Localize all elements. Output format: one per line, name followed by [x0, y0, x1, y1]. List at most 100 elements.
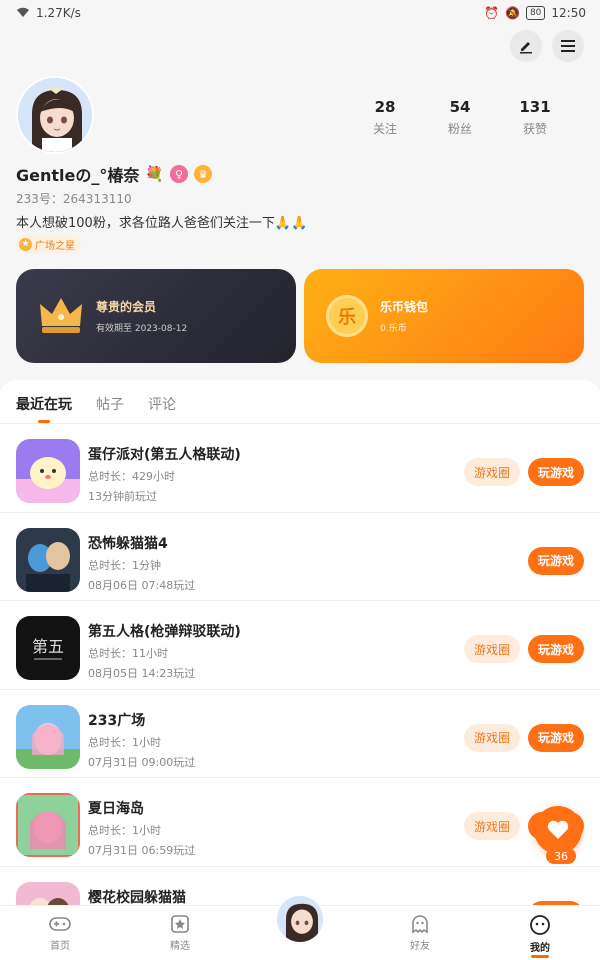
game-icon-233-plaza — [16, 704, 80, 769]
play-game-button[interactable]: 玩游戏 — [528, 546, 584, 575]
vip-expiry: 有效期至 2023-08-12 — [96, 324, 188, 334]
mute-icon: 🔕 — [505, 6, 520, 20]
game-circle-button[interactable]: 游戏圈 — [463, 635, 520, 663]
game-name: 第五人格(枪弹辩驳联动) — [88, 624, 241, 640]
nav-mine-label: 我的 — [530, 943, 550, 954]
smile-face-icon — [530, 915, 550, 935]
likes-stat[interactable]: 131 获赞 — [500, 98, 570, 137]
game-circle-button[interactable]: 游戏圈 — [463, 812, 520, 840]
nav-featured[interactable]: 精选 — [120, 906, 240, 960]
wallet-balance: 0 乐币 — [380, 324, 407, 334]
battery-icon: 80 — [525, 6, 546, 20]
game-duration: 总时长：1小时 — [88, 735, 161, 749]
tab-recently-played[interactable]: 最近在玩 — [16, 394, 72, 423]
game-duration: 总时长：1小时 — [88, 824, 161, 837]
nav-center — [240, 894, 360, 960]
status-bar: 1.27K/s ⏰ 🔕 80 12:50 — [0, 0, 600, 26]
likes-count: 131 — [519, 98, 551, 116]
game-list: 蛋仔派对(第五人格联动) 总时长：429小时 13分钟前玩过 游戏圈 玩游戏 恐… — [0, 424, 600, 910]
user-id: 233号：264313110 — [16, 192, 132, 206]
crown-badge-icon[interactable]: ♛ — [194, 165, 213, 183]
flower-emoji: 💐 — [145, 165, 165, 183]
game-name: 夏日海岛 — [88, 801, 144, 817]
svg-text:第五: 第五 — [32, 637, 64, 656]
game-last-played: 08月06日 07:48玩过 — [88, 578, 196, 592]
nav-home-label: 首页 — [50, 941, 70, 952]
like-count: 36 — [546, 848, 576, 864]
game-duration: 总时长：429小时 — [88, 470, 175, 483]
game-row[interactable]: 蛋仔派对(第五人格联动) 总时长：429小时 13分钟前玩过 游戏圈 玩游戏 — [0, 424, 600, 513]
edit-button[interactable] — [510, 30, 542, 62]
plaza-star-tag[interactable]: ★ 广场之星 — [16, 235, 81, 253]
game-circle-button[interactable]: 游戏圈 — [463, 723, 520, 752]
game-duration: 总时长：11小时 — [88, 647, 168, 660]
like-button[interactable] — [534, 806, 582, 854]
following-label: 关注 — [372, 122, 397, 136]
following-count: 28 — [374, 98, 396, 116]
vip-card[interactable]: 尊贵的会员 有效期至 2023-08-12 — [16, 269, 296, 363]
play-game-button[interactable]: 玩游戏 — [528, 635, 584, 663]
bottom-nav: 首页 精选 好友 我的 — [0, 894, 600, 960]
following-stat[interactable]: 28 关注 — [350, 98, 420, 137]
game-name: 蛋仔派对(第五人格联动) — [88, 447, 241, 463]
profile-avatar[interactable] — [16, 76, 94, 154]
heart-icon — [547, 820, 569, 839]
menu-icon — [561, 40, 575, 52]
wallet-title: 乐币钱包 — [380, 300, 429, 314]
game-row[interactable]: 233广场 总时长：1小时 07月31日 09:00玩过 游戏圈 玩游戏 — [0, 690, 600, 778]
play-game-button[interactable]: 玩游戏 — [528, 458, 584, 486]
coin-icon: 乐 — [326, 295, 368, 337]
menu-button[interactable] — [552, 30, 584, 62]
game-row[interactable]: 夏日海岛 总时长：1小时 07月31日 06:59玩过 游戏圈 玩游戏 — [0, 778, 600, 867]
game-last-played: 07月31日 06:59玩过 — [88, 844, 196, 857]
game-icon-eggy-party — [16, 439, 80, 503]
ghost-icon — [412, 915, 428, 934]
gender-female-icon: ♀ — [170, 165, 189, 183]
fans-count: 54 — [449, 98, 471, 116]
game-circle-button[interactable]: 游戏圈 — [463, 458, 520, 486]
nav-friends[interactable]: 好友 — [360, 906, 480, 960]
net-speed: 1.27K/s — [36, 6, 81, 20]
gamepad-icon — [49, 917, 71, 931]
fans-stat[interactable]: 54 粉丝 — [425, 98, 495, 137]
nav-avatar[interactable] — [275, 894, 325, 944]
game-icon-horror-hide-and-seek — [16, 527, 80, 592]
username: Gentleの_°椿奈 — [16, 166, 140, 185]
pen-icon — [520, 42, 532, 54]
game-duration: 总时长：1分钟 — [88, 558, 161, 572]
tab-comments[interactable]: 评论 — [148, 394, 176, 423]
game-name: 恐怖躲猫猫4 — [88, 535, 168, 552]
game-last-played: 13分钟前玩过 — [88, 490, 157, 503]
play-game-button[interactable]: 玩游戏 — [528, 723, 584, 752]
plaza-star-label: 广场之星 — [35, 240, 75, 252]
profile-stats: 28 关注 54 粉丝 131 获赞 — [350, 98, 570, 137]
star-icon: ★ — [19, 237, 32, 251]
fans-label: 粉丝 — [447, 122, 472, 136]
likes-label: 获赞 — [522, 122, 547, 136]
vip-title: 尊贵的会员 — [96, 300, 157, 314]
user-bio: 本人想破100粉，求各位路人爸爸们关注一下🙏🙏 — [16, 216, 308, 231]
wifi-icon — [16, 6, 30, 21]
tab-posts[interactable]: 帖子 — [96, 394, 124, 423]
game-row[interactable]: 恐怖躲猫猫4 总时长：1分钟 08月06日 07:48玩过 玩游戏 — [0, 513, 600, 601]
game-icon-summer-island — [16, 793, 80, 857]
clock: 12:50 — [551, 6, 586, 20]
content-panel: 最近在玩 帖子 评论 蛋仔派对(第五人格联动) 总时长：429小时 13分钟前玩… — [0, 380, 600, 910]
game-row[interactable]: 第五 第五人格(枪弹辩驳联动) 总时长：11小时 08月05日 14:23玩过 … — [0, 601, 600, 690]
nav-friends-label: 好友 — [410, 941, 430, 952]
crown-icon — [40, 298, 82, 333]
nav-home[interactable]: 首页 — [0, 906, 120, 960]
wallet-card[interactable]: 乐 乐币钱包 0 乐币 — [304, 269, 584, 363]
game-name: 樱花校园躲猫猫 — [88, 889, 186, 906]
game-last-played: 07月31日 09:00玩过 — [88, 755, 196, 769]
game-icon-identity-v: 第五 — [16, 616, 80, 680]
nav-mine[interactable]: 我的 — [480, 906, 600, 960]
game-last-played: 08月05日 14:23玩过 — [88, 667, 196, 680]
nav-featured-label: 精选 — [170, 941, 190, 952]
game-name: 233广场 — [88, 712, 146, 729]
star-box-icon — [171, 915, 189, 933]
profile-tabs: 最近在玩 帖子 评论 — [0, 380, 600, 424]
username-row: Gentleの_°椿奈 💐 ♀ ♛ — [16, 162, 213, 186]
alarm-icon: ⏰ — [484, 6, 499, 20]
nav-active-indicator — [531, 955, 549, 958]
